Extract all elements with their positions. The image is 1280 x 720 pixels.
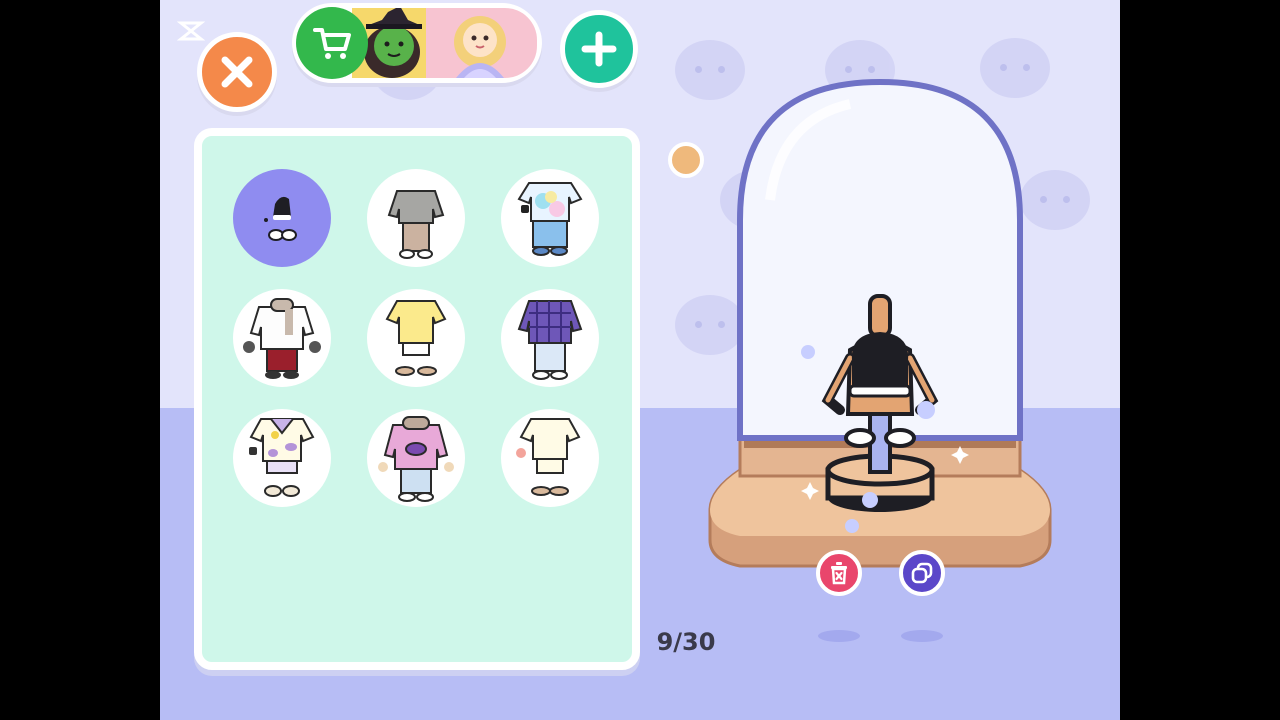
- trash-icon: [831, 562, 847, 585]
- cow-print-outfit-icon: [249, 418, 315, 497]
- outfit-count: 9/30: [656, 628, 716, 656]
- app-logo-icon: [177, 21, 205, 41]
- add-outfit-button[interactable]: [560, 10, 638, 88]
- outfit-slot-tie-dye-tee[interactable]: [501, 169, 599, 267]
- button-shadow: [818, 630, 860, 642]
- delete-outfit-button[interactable]: [816, 550, 862, 596]
- outfit-slot-white-jacket[interactable]: [233, 289, 331, 387]
- cream-tee-outfit-icon: [516, 418, 581, 496]
- close-button[interactable]: [197, 32, 277, 112]
- copy-icon: [911, 562, 933, 584]
- mannequin-display-dome: [708, 78, 1052, 568]
- empty-outfit-icon: [264, 196, 297, 241]
- tie-dye-tee-outfit-icon: [517, 182, 583, 256]
- outfit-slot-cream-tee[interactable]: [501, 409, 599, 507]
- shopping-cart-icon: [313, 28, 351, 59]
- duplicate-outfit-button[interactable]: [899, 550, 945, 596]
- white-jacket-outfit-icon: [243, 298, 321, 379]
- grey-sweater-outfit-icon: [387, 190, 445, 259]
- plus-icon: [581, 31, 617, 67]
- shop-button[interactable]: [296, 7, 368, 79]
- outfit-slot-cow-print[interactable]: [233, 409, 331, 507]
- outfit-wardrobe-panel: [194, 128, 640, 670]
- pink-hoodie-outfit-icon: [378, 416, 454, 502]
- purple-plaid-outfit-icon: [517, 300, 583, 380]
- game-screen: 9/30: [160, 0, 1120, 720]
- outfit-slot-yellow-tee[interactable]: [367, 289, 465, 387]
- outfit-slot-pink-hoodie[interactable]: [367, 409, 465, 507]
- close-x-icon: [221, 56, 253, 88]
- shop-banner[interactable]: [292, 3, 542, 83]
- outfit-slot-grey-sweater[interactable]: [367, 169, 465, 267]
- button-shadow: [901, 630, 943, 642]
- outfit-slot-purple-plaid[interactable]: [501, 289, 599, 387]
- character-pack-promo[interactable]: [352, 8, 537, 78]
- outfit-slot-empty[interactable]: [233, 169, 331, 267]
- color-toggle-dot[interactable]: [668, 142, 704, 178]
- yellow-tee-outfit-icon: [385, 300, 447, 376]
